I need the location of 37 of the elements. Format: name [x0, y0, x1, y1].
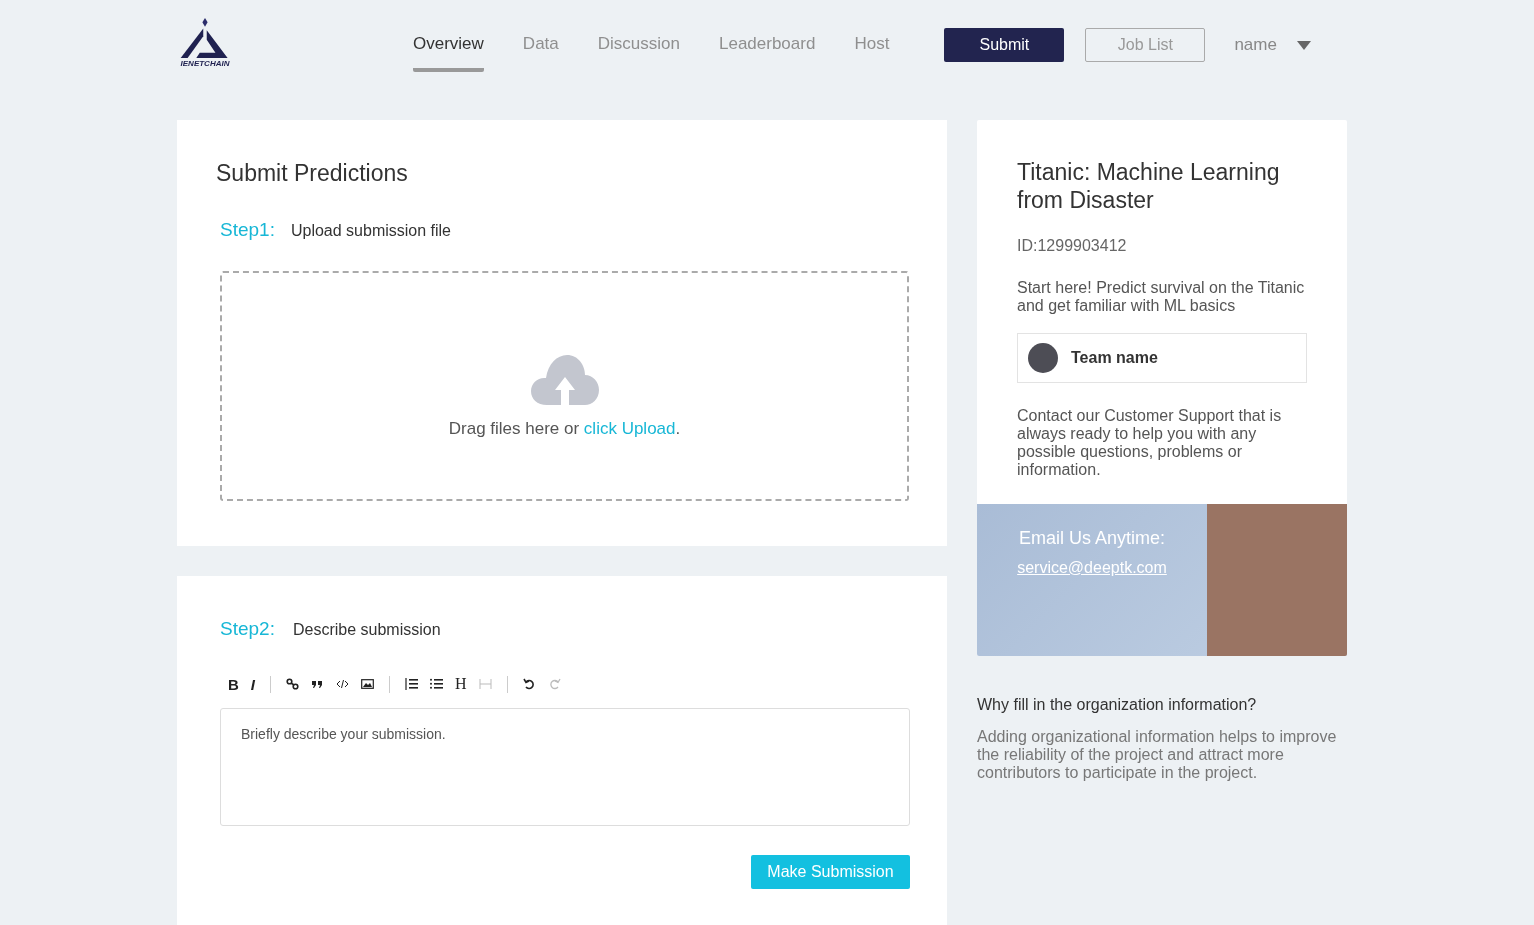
user-name[interactable]: name: [1234, 35, 1277, 55]
logo-text: IENETCHAIN: [180, 59, 230, 68]
avatar-icon: [1028, 343, 1058, 373]
step-text: Describe submission: [292, 621, 441, 639]
upload-drop-zone[interactable]: Drag files here or click Upload.: [220, 271, 909, 501]
step-label: Step1:: [220, 219, 275, 241]
heading-button[interactable]: H: [450, 674, 472, 694]
logo[interactable]: IENETCHAIN: [177, 18, 233, 68]
competition-description: Start here! Predict survival on the Titanic and get familiar with ML basics: [1017, 279, 1306, 315]
nav-tab[interactable]: Host: [854, 28, 890, 72]
competition-title: Titanic: Machine Learning from Disaster: [1017, 158, 1281, 214]
step-label: Step2:: [220, 618, 275, 640]
description-field[interactable]: Briefly describe your submission.: [220, 708, 910, 826]
nav-tab[interactable]: Overview: [413, 28, 484, 72]
email-heading: Email Us Anytime:: [1018, 528, 1165, 549]
submit-button[interactable]: Submit: [944, 28, 1065, 62]
section-title: Submit Predictions: [216, 160, 409, 187]
bold-button[interactable]: B: [223, 674, 244, 694]
support-text: Contact our Customer Support that is always ready to help you with any possible questions, problems or information.: [1017, 407, 1283, 479]
competition-id: ID:1299903412: [1017, 237, 1128, 255]
job-list-button[interactable]: Job List: [1085, 28, 1206, 62]
team-card[interactable]: Team name: [1017, 333, 1307, 383]
nav-tab[interactable]: Leaderboard: [719, 28, 816, 72]
make-submission-button[interactable]: Make Submission: [751, 855, 910, 889]
email-link[interactable]: service@deeptk.com: [1017, 559, 1167, 577]
nav-tab[interactable]: Discussion: [597, 28, 680, 72]
cloud-upload-icon: [530, 353, 599, 405]
logo-icon: [180, 18, 230, 58]
answer-text: Adding organizational information helps to improve the reliability of the project and attract more contributors to participate in the project.: [977, 728, 1338, 782]
nav-tab[interactable]: Data: [522, 28, 559, 72]
step-text: Upload submission file: [290, 222, 451, 240]
caret-icon[interactable]: [1296, 40, 1311, 50]
upload-link[interactable]: click Upload: [583, 419, 676, 438]
team-name: Team name: [1071, 349, 1158, 367]
drop-instructions: Drag files here or click Upload.: [448, 419, 681, 439]
question-text: Why fill in the organization information?: [977, 696, 1258, 714]
italic-button[interactable]: I: [245, 674, 260, 694]
